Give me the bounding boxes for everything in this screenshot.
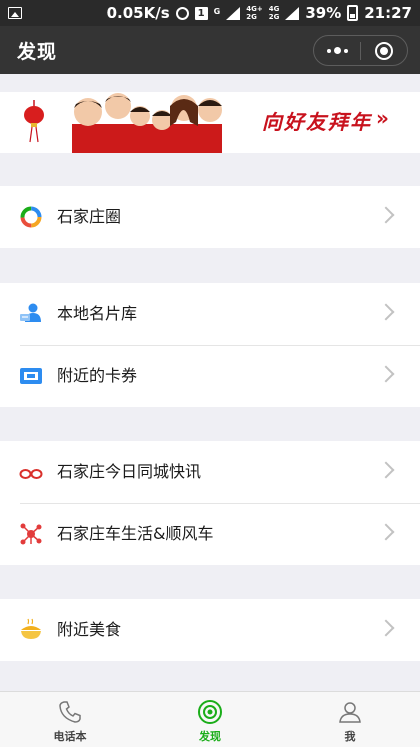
tab-label: 发现 xyxy=(199,730,221,743)
menu-section-3: 石家庄今日同城快讯 石家庄车生活&顺风车 xyxy=(0,441,420,565)
coupon-icon xyxy=(20,368,42,384)
menu-label: 附近美食 xyxy=(57,620,122,639)
new-year-banner[interactable]: 向好友拜年 » xyxy=(0,92,420,153)
signal-icon xyxy=(226,6,241,20)
menu-label: 石家庄今日同城快讯 xyxy=(57,462,202,481)
food-bowl-icon xyxy=(21,618,41,639)
network-icon xyxy=(20,523,42,545)
notification-count-badge: 1 xyxy=(194,6,208,20)
more-button[interactable] xyxy=(314,36,360,65)
ring-icon xyxy=(20,206,42,228)
menu-label: 本地名片库 xyxy=(57,304,138,323)
page-title: 发现 xyxy=(17,41,58,63)
menu-item-nearby-food[interactable]: 附近美食 xyxy=(0,599,420,661)
chevron-right-icon xyxy=(377,461,395,479)
miniprogram-capsule xyxy=(313,35,408,66)
menu-item-shijiazhuang-circle[interactable]: 石家庄圈 xyxy=(0,186,420,248)
carrier-label: G xyxy=(213,7,221,16)
close-button[interactable] xyxy=(361,36,407,65)
menu-item-car-life[interactable]: 石家庄车生活&顺风车 xyxy=(0,503,420,565)
tab-me[interactable]: 我 xyxy=(280,692,420,747)
chevron-right-icon xyxy=(377,303,395,321)
menu-item-city-news[interactable]: 石家庄今日同城快讯 xyxy=(0,441,420,503)
menu-label: 石家庄车生活&顺风车 xyxy=(57,524,214,543)
chevron-right-icon xyxy=(377,619,395,637)
tab-label: 我 xyxy=(344,730,356,743)
menu-section-2: 本地名片库 附近的卡券 xyxy=(0,283,420,407)
image-notification-icon xyxy=(8,7,22,19)
menu-label: 石家庄圈 xyxy=(57,207,122,226)
network-type-bottom: 2G xyxy=(246,13,257,21)
chevron-right-icon xyxy=(377,206,395,224)
tab-discover[interactable]: 发现 xyxy=(140,692,280,747)
network-type-top: 4G+ xyxy=(246,5,263,13)
clock: 21:27 xyxy=(364,4,412,22)
banner-text: 向好友拜年 xyxy=(262,110,372,134)
person-icon xyxy=(339,702,361,723)
status-bar: 0.05K/s 1 G 4G+ 2G 4G 2G 39% 21:27 xyxy=(0,0,420,26)
more-dots-icon xyxy=(326,47,348,54)
battery-percent: 39% xyxy=(305,4,342,22)
glasses-icon xyxy=(19,469,43,479)
contact-card-icon xyxy=(20,303,41,322)
bottom-tab-bar: 电话本 发现 我 xyxy=(0,691,420,747)
alarm-icon xyxy=(175,6,189,20)
discover-icon xyxy=(198,700,222,724)
menu-item-local-card-library[interactable]: 本地名片库 xyxy=(0,283,420,345)
network2-type-bottom: 2G xyxy=(268,13,280,21)
banner-arrow-icon: » xyxy=(376,106,389,130)
network2-type-top: 4G xyxy=(268,5,280,13)
menu-section-4: 附近美食 xyxy=(0,599,420,661)
menu-section-1: 石家庄圈 xyxy=(0,186,420,248)
menu-item-nearby-coupons[interactable]: 附近的卡券 xyxy=(0,345,420,407)
close-target-icon xyxy=(375,41,393,60)
chevron-right-icon xyxy=(377,365,395,383)
tab-label: 电话本 xyxy=(53,730,87,743)
title-bar: 发现 xyxy=(0,26,420,74)
phone-icon xyxy=(59,701,81,723)
battery-icon xyxy=(347,5,359,21)
menu-label: 附近的卡券 xyxy=(57,366,138,385)
tab-phonebook[interactable]: 电话本 xyxy=(0,692,140,747)
banner-illustration xyxy=(24,93,222,153)
net-speed: 0.05K/s xyxy=(106,4,170,22)
chevron-right-icon xyxy=(377,523,395,541)
signal2-icon xyxy=(285,6,300,20)
